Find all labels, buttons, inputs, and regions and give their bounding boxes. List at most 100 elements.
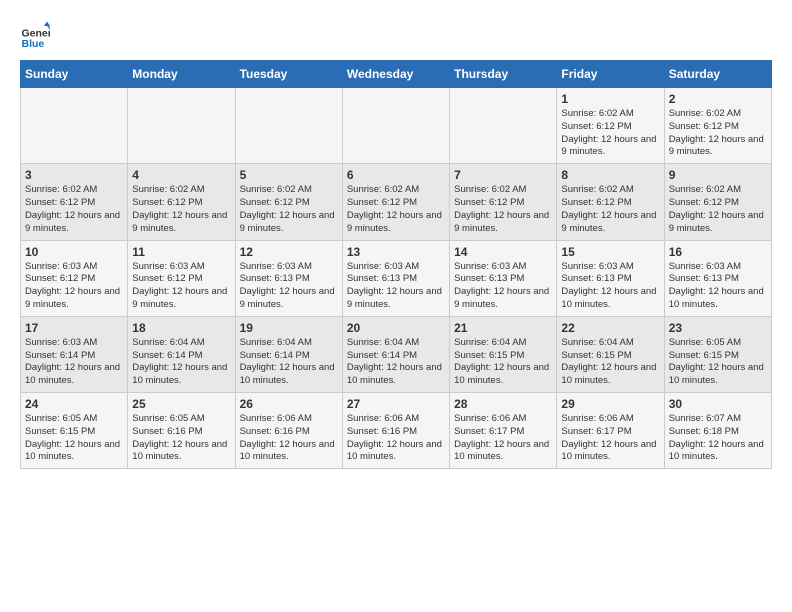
day-info: Sunrise: 6:04 AM Sunset: 6:15 PM Dayligh… — [561, 337, 659, 388]
day-number: 27 — [347, 397, 445, 411]
day-header-wednesday: Wednesday — [342, 61, 449, 88]
day-number: 18 — [132, 321, 230, 335]
calendar-cell: 1 Sunrise: 6:02 AM Sunset: 6:12 PM Daylig… — [557, 88, 664, 164]
calendar-cell: 5 Sunrise: 6:02 AM Sunset: 6:12 PM Daylig… — [235, 164, 342, 240]
day-number: 19 — [240, 321, 338, 335]
calendar-cell: 4 Sunrise: 6:02 AM Sunset: 6:12 PM Daylig… — [128, 164, 235, 240]
day-number: 13 — [347, 245, 445, 259]
day-info: Sunrise: 6:03 AM Sunset: 6:13 PM Dayligh… — [454, 261, 552, 312]
day-number: 16 — [669, 245, 767, 259]
day-info: Sunrise: 6:03 AM Sunset: 6:13 PM Dayligh… — [347, 261, 445, 312]
calendar-cell: 7 Sunrise: 6:02 AM Sunset: 6:12 PM Daylig… — [450, 164, 557, 240]
calendar-cell: 28 Sunrise: 6:06 AM Sunset: 6:17 PM Dayli… — [450, 393, 557, 469]
day-number: 29 — [561, 397, 659, 411]
day-info: Sunrise: 6:03 AM Sunset: 6:13 PM Dayligh… — [669, 261, 767, 312]
day-number: 22 — [561, 321, 659, 335]
calendar-cell — [450, 88, 557, 164]
day-info: Sunrise: 6:05 AM Sunset: 6:15 PM Dayligh… — [669, 337, 767, 388]
day-info: Sunrise: 6:02 AM Sunset: 6:12 PM Dayligh… — [240, 184, 338, 235]
day-number: 23 — [669, 321, 767, 335]
logo: General Blue — [20, 20, 50, 50]
calendar-header-row: SundayMondayTuesdayWednesdayThursdayFrid… — [21, 61, 772, 88]
calendar-cell: 18 Sunrise: 6:04 AM Sunset: 6:14 PM Dayli… — [128, 316, 235, 392]
day-number: 3 — [25, 168, 123, 182]
day-info: Sunrise: 6:03 AM Sunset: 6:13 PM Dayligh… — [240, 261, 338, 312]
day-info: Sunrise: 6:02 AM Sunset: 6:12 PM Dayligh… — [454, 184, 552, 235]
calendar-cell — [128, 88, 235, 164]
day-info: Sunrise: 6:06 AM Sunset: 6:16 PM Dayligh… — [347, 413, 445, 464]
calendar-cell: 15 Sunrise: 6:03 AM Sunset: 6:13 PM Dayli… — [557, 240, 664, 316]
day-info: Sunrise: 6:02 AM Sunset: 6:12 PM Dayligh… — [347, 184, 445, 235]
day-number: 30 — [669, 397, 767, 411]
calendar-cell: 29 Sunrise: 6:06 AM Sunset: 6:17 PM Dayli… — [557, 393, 664, 469]
calendar-cell: 27 Sunrise: 6:06 AM Sunset: 6:16 PM Dayli… — [342, 393, 449, 469]
day-number: 11 — [132, 245, 230, 259]
calendar-cell: 13 Sunrise: 6:03 AM Sunset: 6:13 PM Dayli… — [342, 240, 449, 316]
calendar-cell: 23 Sunrise: 6:05 AM Sunset: 6:15 PM Dayli… — [664, 316, 771, 392]
calendar-cell: 9 Sunrise: 6:02 AM Sunset: 6:12 PM Daylig… — [664, 164, 771, 240]
calendar-cell: 19 Sunrise: 6:04 AM Sunset: 6:14 PM Dayli… — [235, 316, 342, 392]
calendar-cell: 14 Sunrise: 6:03 AM Sunset: 6:13 PM Dayli… — [450, 240, 557, 316]
calendar-cell: 11 Sunrise: 6:03 AM Sunset: 6:12 PM Dayli… — [128, 240, 235, 316]
day-info: Sunrise: 6:02 AM Sunset: 6:12 PM Dayligh… — [669, 184, 767, 235]
day-number: 20 — [347, 321, 445, 335]
calendar-cell — [21, 88, 128, 164]
calendar-cell: 3Sunrise: 6:02 AM Sunset: 6:12 PM Daylig… — [21, 164, 128, 240]
day-info: Sunrise: 6:05 AM Sunset: 6:16 PM Dayligh… — [132, 413, 230, 464]
day-info: Sunrise: 6:06 AM Sunset: 6:17 PM Dayligh… — [561, 413, 659, 464]
calendar-cell — [235, 88, 342, 164]
svg-text:Blue: Blue — [22, 38, 45, 50]
day-number: 15 — [561, 245, 659, 259]
day-number: 7 — [454, 168, 552, 182]
calendar-cell: 20 Sunrise: 6:04 AM Sunset: 6:14 PM Dayli… — [342, 316, 449, 392]
day-number: 8 — [561, 168, 659, 182]
day-number: 24 — [25, 397, 123, 411]
day-number: 4 — [132, 168, 230, 182]
calendar-cell: 25 Sunrise: 6:05 AM Sunset: 6:16 PM Dayli… — [128, 393, 235, 469]
day-number: 2 — [669, 92, 767, 106]
day-number: 17 — [25, 321, 123, 335]
calendar-week-row: 24 Sunrise: 6:05 AM Sunset: 6:15 PM Dayli… — [21, 393, 772, 469]
calendar-cell: 2 Sunrise: 6:02 AM Sunset: 6:12 PM Daylig… — [664, 88, 771, 164]
day-info: Sunrise: 6:04 AM Sunset: 6:14 PM Dayligh… — [240, 337, 338, 388]
day-number: 25 — [132, 397, 230, 411]
logo-icon: General Blue — [20, 20, 50, 50]
day-number: 12 — [240, 245, 338, 259]
calendar-week-row: 1 Sunrise: 6:02 AM Sunset: 6:12 PM Daylig… — [21, 88, 772, 164]
day-info: Sunrise: 6:05 AM Sunset: 6:15 PM Dayligh… — [25, 413, 123, 464]
day-header-monday: Monday — [128, 61, 235, 88]
calendar-cell: 16 Sunrise: 6:03 AM Sunset: 6:13 PM Dayli… — [664, 240, 771, 316]
day-info: Sunrise: 6:06 AM Sunset: 6:17 PM Dayligh… — [454, 413, 552, 464]
calendar-week-row: 3 Sunrise: 6:02 AM Sunset: 6:12 PM Daylig… — [21, 164, 772, 240]
calendar-table: SundayMondayTuesdayWednesdayThursdayFrid… — [20, 60, 772, 469]
day-number: 21 — [454, 321, 552, 335]
day-info: Sunrise: 6:06 AM Sunset: 6:16 PM Dayligh… — [240, 413, 338, 464]
calendar-cell: 6 Sunrise: 6:02 AM Sunset: 6:12 PM Daylig… — [342, 164, 449, 240]
day-info: Sunrise: 6:04 AM Sunset: 6:14 PM Dayligh… — [347, 337, 445, 388]
day-info: Sunrise: 6:03 AM Sunset: 6:12 PM Dayligh… — [132, 261, 230, 312]
day-info: Sunrise: 6:02 AM Sunset: 6:12 PM Dayligh… — [669, 108, 767, 159]
day-info: Sunrise: 6:03 AM Sunset: 6:14 PM Dayligh… — [25, 337, 123, 388]
calendar-cell: 22 Sunrise: 6:04 AM Sunset: 6:15 PM Dayli… — [557, 316, 664, 392]
day-info: Sunrise: 6:04 AM Sunset: 6:14 PM Dayligh… — [132, 337, 230, 388]
day-number: 10 — [25, 245, 123, 259]
calendar-cell — [342, 88, 449, 164]
day-header-sunday: Sunday — [21, 61, 128, 88]
day-info: Sunrise: 6:02 AM Sunset: 6:12 PM Dayligh… — [561, 184, 659, 235]
calendar-cell: 8 Sunrise: 6:02 AM Sunset: 6:12 PM Daylig… — [557, 164, 664, 240]
day-info: Sunrise: 6:02 AM Sunset: 6:12 PM Dayligh… — [561, 108, 659, 159]
day-info: Sunrise: 6:04 AM Sunset: 6:15 PM Dayligh… — [454, 337, 552, 388]
header: General Blue — [20, 20, 772, 50]
day-number: 9 — [669, 168, 767, 182]
day-number: 6 — [347, 168, 445, 182]
day-number: 1 — [561, 92, 659, 106]
day-number: 28 — [454, 397, 552, 411]
calendar-cell: 30Sunrise: 6:07 AM Sunset: 6:18 PM Dayli… — [664, 393, 771, 469]
calendar-cell: 26 Sunrise: 6:06 AM Sunset: 6:16 PM Dayli… — [235, 393, 342, 469]
day-number: 26 — [240, 397, 338, 411]
day-number: 5 — [240, 168, 338, 182]
day-header-thursday: Thursday — [450, 61, 557, 88]
day-number: 14 — [454, 245, 552, 259]
day-info: Sunrise: 6:03 AM Sunset: 6:13 PM Dayligh… — [561, 261, 659, 312]
day-info: Sunrise: 6:02 AM Sunset: 6:12 PM Dayligh… — [132, 184, 230, 235]
